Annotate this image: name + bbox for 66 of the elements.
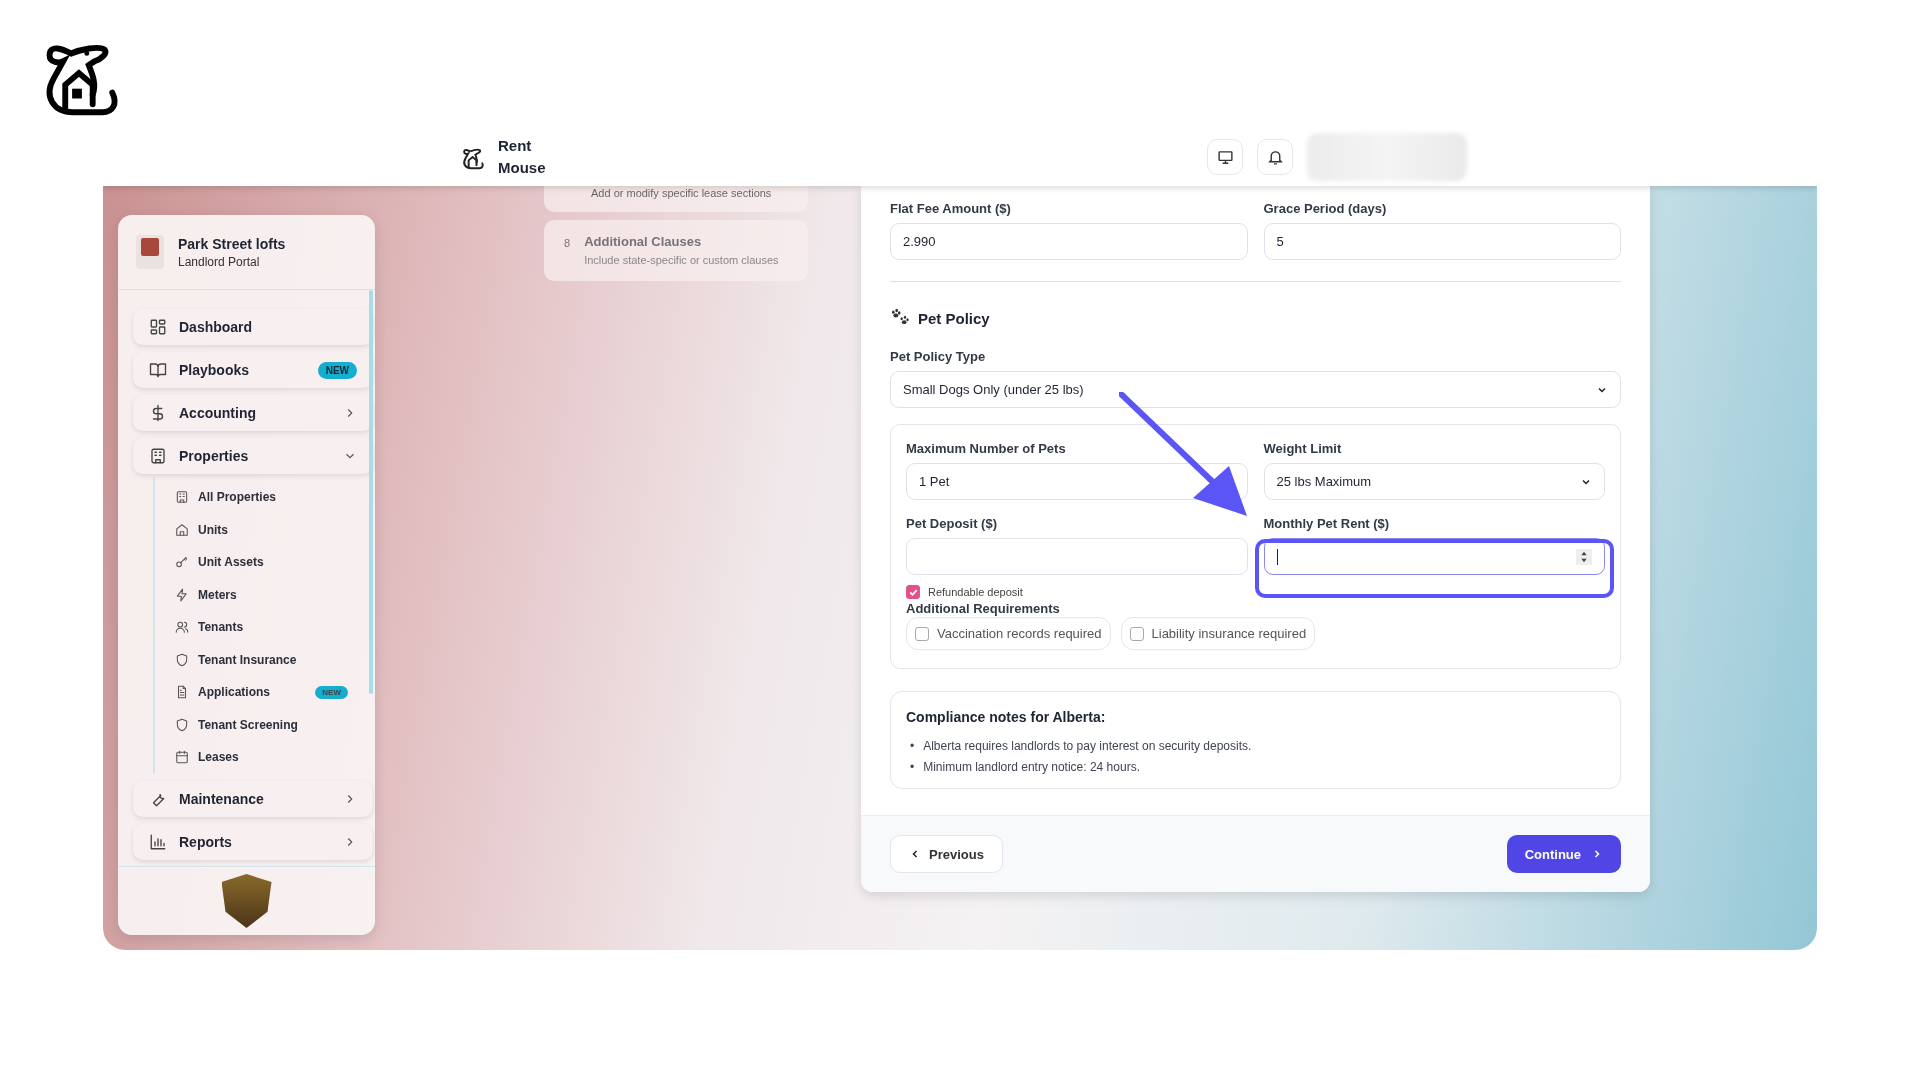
bar-chart-icon [149,832,167,851]
shield-icon [175,717,189,732]
sidebar-subitem[interactable]: Tenant Insurance [175,643,360,676]
continue-button[interactable]: Continue [1506,835,1621,873]
key-icon [175,555,189,570]
sidebar-subitem[interactable]: Units [175,513,360,546]
section-title: Pet Policy [918,309,990,327]
step-description: Add or modify specific lease sections [591,186,772,200]
step-title: Additional Clauses [584,234,703,249]
new-badge: NEW [315,685,348,699]
book-icon [149,361,167,379]
step-description: Include state-specific or custom clauses [584,253,779,267]
sidebar-subitem[interactable]: Applications NEW [175,676,360,709]
checkbox-option[interactable]: Vaccination records required [906,617,1111,650]
brand-name: Rent Mouse [498,136,546,178]
sidebar-subitem[interactable]: All Properties [175,481,360,514]
step-card[interactable]: 8 Additional Clauses Include state-specific or custom clauses [544,220,808,281]
checkbox-label: Refundable deposit [928,586,1023,598]
field-label: Maximum Number of Pets [906,441,1067,456]
sidebar-subitem[interactable]: Tenants [175,611,360,644]
sidebar-subitem[interactable]: Leases [175,741,360,774]
shield-icon [175,652,189,667]
input-field[interactable]: 5 [1263,223,1621,260]
bullet-mark: • [910,738,915,755]
field-label: Weight Limit [1263,441,1343,456]
new-badge: NEW [317,361,357,379]
field-label: Flat Fee Amount ($) [890,201,1012,216]
field-label: Grace Period (days) [1263,201,1388,216]
portal-subtitle: Landlord Portal [178,254,261,269]
building-icon [149,447,167,465]
notification-bell-icon[interactable] [1257,139,1293,175]
house-icon [175,522,189,537]
property-name: Park Street lofts [178,235,286,252]
sidebar-item[interactable]: Maintenance [133,780,373,817]
input-field[interactable] [906,538,1248,575]
checkbox[interactable] [906,585,920,599]
sidebar-subitem[interactable]: Unit Assets [175,546,360,579]
compliance-note: Minimum landlord entry notice: 24 hours. [923,759,1140,776]
checkbox-option[interactable]: Liability insurance required [1120,617,1316,650]
field-label: Additional Requirements [906,601,1060,616]
bullet-mark: • [910,759,915,776]
dropdown[interactable]: Small Dogs Only (under 25 lbs) [890,371,1621,408]
step-number: 8 [564,237,571,251]
property-logo [136,235,164,269]
field-label: Pet Deposit ($) [906,516,998,531]
previous-button[interactable]: Previous [890,835,1003,873]
field-label: Pet Policy Type [890,349,987,364]
dashboard-grid-icon [149,318,167,336]
monitor-icon[interactable] [1207,139,1243,175]
lightning-icon [175,587,189,602]
compliance-title: Compliance notes for Alberta: [906,709,1106,725]
sidebar-item[interactable]: Reports [133,823,373,860]
calendar-icon [175,750,189,765]
spinner-arrows-icon[interactable] [1576,548,1592,565]
users-icon [175,620,189,635]
compliance-note: Alberta requires landlords to pay interest on security deposits. [923,738,1252,755]
document-icon [175,685,189,700]
input-field[interactable]: 2.990 [890,223,1248,260]
sidebar-subitem[interactable]: Tenant Screening [175,708,360,741]
dropdown[interactable]: 25 lbs Maximum [1263,463,1605,500]
building-icon [175,490,189,505]
field-label: Monthly Pet Rent ($) [1263,516,1391,531]
dropdown[interactable]: 1 Pet [906,463,1248,500]
step-card[interactable]: Add or modify specific lease sections [544,186,808,212]
scrollbar[interactable] [369,290,373,694]
sidebar-subitem[interactable]: Meters [175,578,360,611]
